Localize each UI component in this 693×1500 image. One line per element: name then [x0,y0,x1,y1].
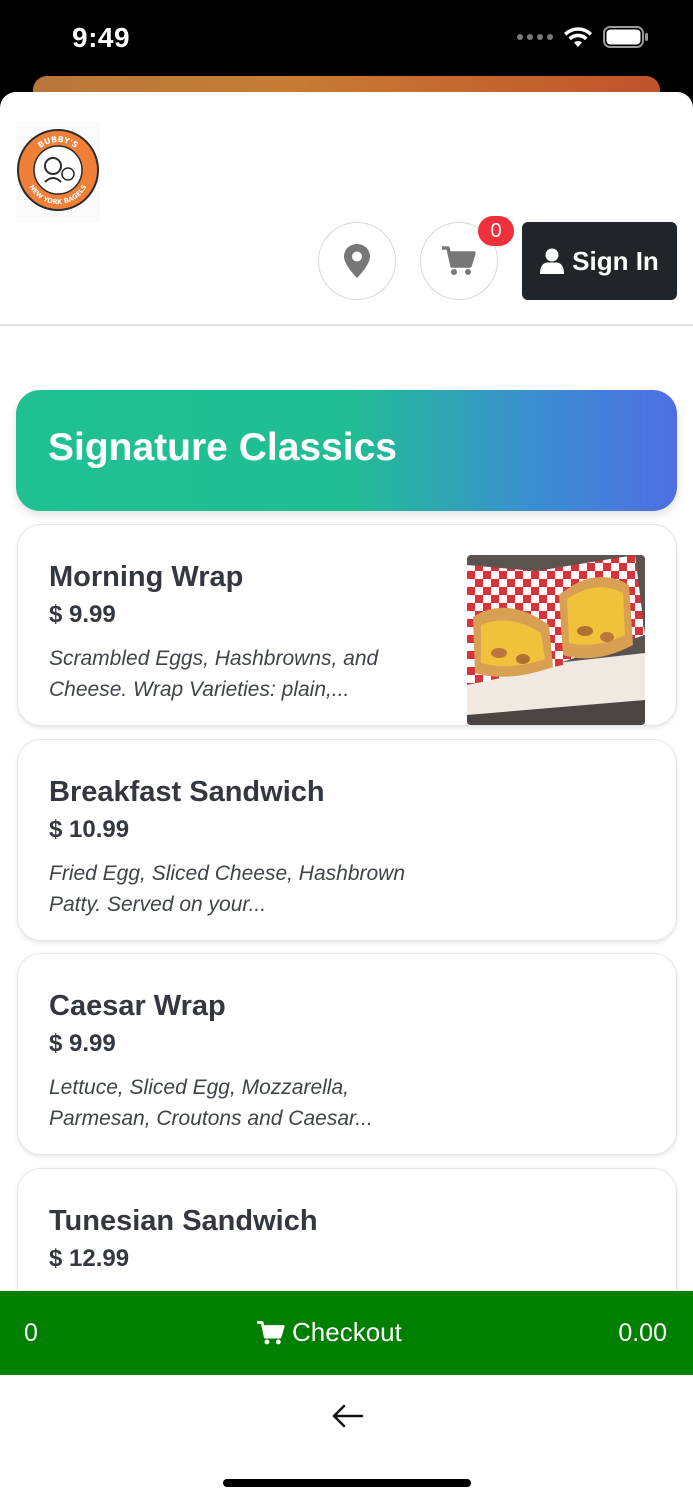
item-price: $ 9.99 [49,601,116,628]
location-button[interactable] [318,222,396,300]
morning-wrap-photo [467,555,645,725]
item-description: Lettuce, Sliced Egg, Mozzarella, Parmesa… [49,1076,373,1130]
user-icon [540,248,565,274]
checkout-item-count: 0 [24,1319,38,1347]
back-arrow-icon[interactable] [330,1403,364,1429]
wifi-icon [564,27,592,47]
battery-icon [603,26,648,48]
item-description: Scrambled Eggs, Hashbrowns, and Cheese. … [49,647,379,701]
category-title: Signature Classics [48,426,397,469]
cart-icon [442,246,476,275]
bubbys-logo: BUBBY'S NEW YORK BAGELS [16,122,100,222]
checkout-bar[interactable]: 0 Checkout 0.00 [0,1291,693,1375]
location-pin-icon [344,244,370,278]
home-indicator[interactable] [223,1479,471,1487]
status-time: 9:49 [72,22,131,53]
sign-in-button[interactable]: Sign In [522,222,677,300]
status-icons [517,26,649,48]
item-description: Fried Egg, Sliced Cheese, Hashbrown Patt… [49,862,406,916]
menu-item-card[interactable]: Breakfast Sandwich $ 10.99 Fried Egg, Sl… [17,739,677,941]
item-price: $ 12.99 [49,1245,130,1272]
sign-in-label: Sign In [572,245,659,276]
item-price: $ 9.99 [49,1030,116,1057]
menu-sheet: BUBBY'S NEW YORK BAGELS 0 Sign In Signat… [0,92,693,1500]
cart-count-badge: 0 [478,216,514,246]
cart-icon [257,1320,285,1344]
header: BUBBY'S NEW YORK BAGELS 0 Sign In [0,92,693,326]
item-name: Caesar Wrap [49,990,226,1022]
item-name: Morning Wrap [49,561,244,593]
category-header: Signature Classics [16,390,677,511]
item-price: $ 10.99 [49,816,130,843]
checkout-total: 0.00 [618,1319,667,1347]
checkout-button[interactable]: Checkout [256,1317,402,1348]
checkout-label: Checkout [292,1317,402,1347]
menu-item-card[interactable]: Caesar Wrap $ 9.99 Lettuce, Sliced Egg, … [17,953,677,1155]
item-name: Breakfast Sandwich [49,776,325,808]
item-name: Tunesian Sandwich [49,1205,318,1237]
bottom-navigation [0,1375,693,1500]
menu-item-card[interactable]: Morning Wrap $ 9.99 Scrambled Eggs, Hash… [17,524,677,726]
cellular-signal-icon [517,34,553,40]
